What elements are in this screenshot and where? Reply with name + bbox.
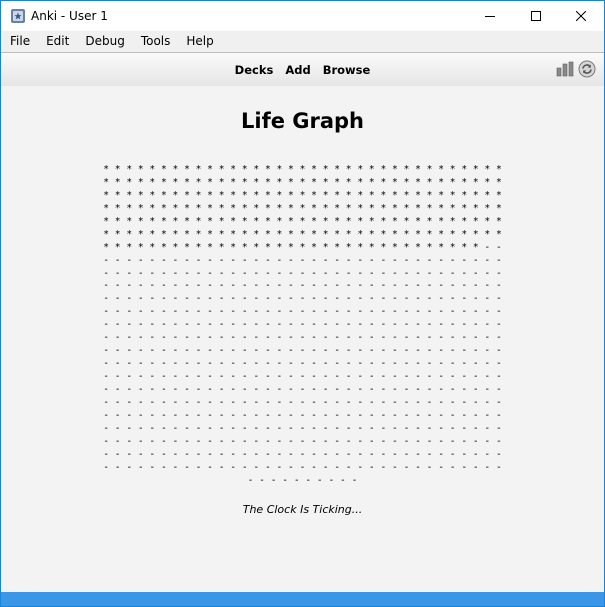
graph-row: - - - - - - - - - - - - - - - - - - - - … — [103, 358, 502, 370]
graph-row: - - - - - - - - - - - - - - - - - - - - … — [103, 332, 502, 344]
close-button[interactable] — [558, 1, 604, 31]
graph-row: - - - - - - - - - - - - - - - - - - - - … — [103, 383, 502, 395]
add-link[interactable]: Add — [285, 63, 310, 77]
graph-row: * * * * * * * * * * * * * * * * * * * * … — [103, 215, 502, 227]
menu-help[interactable]: Help — [178, 31, 221, 52]
graph-row: - - - - - - - - - - - - - - - - - - - - … — [103, 280, 502, 292]
life-graph: * * * * * * * * * * * * * * * * * * * * … — [1, 164, 604, 487]
graph-row: * * * * * * * * * * * * * * * * * * * * … — [103, 241, 502, 253]
graph-row: - - - - - - - - - - - - - - - - - - - - … — [103, 293, 502, 305]
graph-row: - - - - - - - - - - - - - - - - - - - - … — [103, 396, 502, 408]
anki-app-icon — [11, 9, 25, 23]
graph-row: * * * * * * * * * * * * * * * * * * * * … — [103, 176, 502, 188]
graph-row: * * * * * * * * * * * * * * * * * * * * … — [103, 189, 502, 201]
graph-row: - - - - - - - - - - - - - - - - - - - - … — [103, 306, 502, 318]
graph-row: - - - - - - - - - - - - - - - - - - - - … — [103, 409, 502, 421]
graph-row: * * * * * * * * * * * * * * * * * * * * … — [103, 202, 502, 214]
graph-row: * * * * * * * * * * * * * * * * * * * * … — [103, 164, 502, 175]
sync-icon[interactable] — [578, 60, 596, 78]
graph-row: - - - - - - - - - - - - - - - - - - - - … — [103, 435, 502, 447]
graph-row: - - - - - - - - - - — [247, 474, 358, 486]
main-content: Life Graph * * * * * * * * * * * * * * *… — [1, 86, 604, 592]
maximize-icon — [531, 11, 541, 21]
decks-link[interactable]: Decks — [235, 63, 274, 77]
graph-row: - - - - - - - - - - - - - - - - - - - - … — [103, 254, 502, 266]
stats-icon[interactable] — [556, 61, 574, 77]
toolbar: Decks Add Browse — [1, 52, 604, 87]
menu-edit[interactable]: Edit — [38, 31, 77, 52]
graph-row: - - - - - - - - - - - - - - - - - - - - … — [103, 345, 502, 357]
minimize-icon — [485, 16, 495, 17]
graph-row: - - - - - - - - - - - - - - - - - - - - … — [103, 371, 502, 382]
graph-row: - - - - - - - - - - - - - - - - - - - - … — [103, 319, 502, 331]
menu-file[interactable]: File — [1, 31, 38, 52]
anki-main-window: Anki - User 1 File Edit Debug Tools Help… — [0, 0, 605, 607]
graph-row: - - - - - - - - - - - - - - - - - - - - … — [103, 267, 502, 279]
menu-tools[interactable]: Tools — [133, 31, 179, 52]
browse-link[interactable]: Browse — [323, 63, 371, 77]
bottom-bar — [1, 592, 604, 606]
menu-bar: File Edit Debug Tools Help — [1, 31, 604, 52]
close-icon — [576, 11, 586, 21]
graph-row: - - - - - - - - - - - - - - - - - - - - … — [103, 422, 502, 434]
toolbar-links: Decks Add Browse — [1, 53, 604, 86]
minimize-button[interactable] — [467, 1, 513, 31]
maximize-button[interactable] — [513, 1, 559, 31]
graph-row: - - - - - - - - - - - - - - - - - - - - … — [103, 448, 502, 460]
graph-row: * * * * * * * * * * * * * * * * * * * * … — [103, 228, 502, 240]
page-title: Life Graph — [240, 109, 365, 133]
menu-debug[interactable]: Debug — [77, 31, 132, 52]
subtitle: The Clock Is Ticking... — [242, 503, 363, 516]
window-title: Anki - User 1 — [31, 9, 108, 23]
title-bar[interactable]: Anki - User 1 — [1, 1, 604, 31]
graph-row: - - - - - - - - - - - - - - - - - - - - … — [103, 461, 502, 473]
